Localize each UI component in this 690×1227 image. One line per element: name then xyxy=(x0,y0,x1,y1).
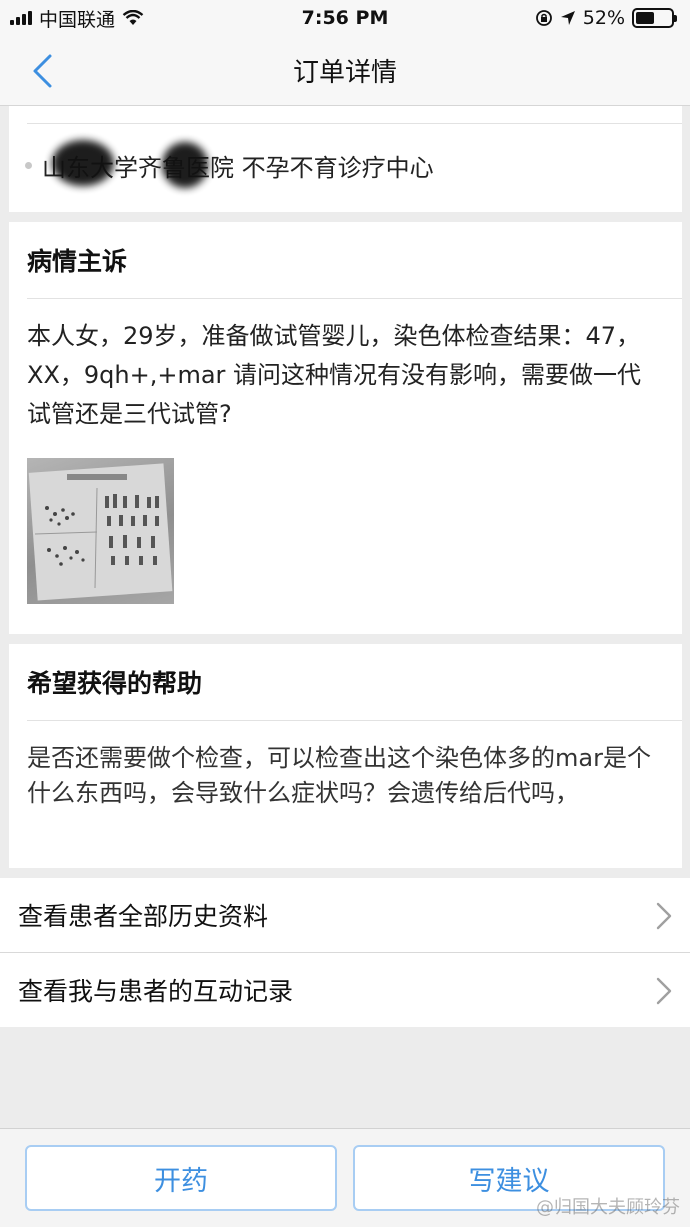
bullet-icon xyxy=(25,162,32,169)
interaction-record-link[interactable]: 查看我与患者的互动记录 xyxy=(0,953,690,1027)
help-card: 希望获得的帮助 是否还需要做个检查，可以检查出这个染色体多的mar是个什么东西吗… xyxy=(9,644,682,868)
status-left: 中国联通 xyxy=(10,5,144,32)
interaction-record-label: 查看我与患者的互动记录 xyxy=(18,977,294,1006)
karyotype-thumbnail xyxy=(28,463,173,601)
page-title: 订单详情 xyxy=(292,58,397,88)
divider xyxy=(27,298,682,299)
help-title: 希望获得的帮助 xyxy=(27,669,203,698)
chevron-right-icon xyxy=(656,977,672,1005)
complaint-text: 本人女，29岁，准备做试管婴儿，染色体检查结果：47，XX，9qh+,+mar … xyxy=(27,322,642,428)
patient-history-link[interactable]: 查看患者全部历史资料 xyxy=(0,878,690,952)
navigation-bar: 订单详情 xyxy=(0,36,690,106)
watermark: @归国大夫顾玲芬 xyxy=(536,1197,680,1218)
redaction-mark xyxy=(162,142,208,188)
wifi-icon xyxy=(122,10,144,25)
bottom-toolbar: 开药 写建议 @归国大夫顾玲芬 xyxy=(0,1128,690,1227)
prescribe-button[interactable]: 开药 xyxy=(25,1145,337,1211)
hospital-card: 山东大学齐鲁医院 不孕不育诊疗中心 xyxy=(9,106,682,212)
status-bar: 中国联通 7:56 PM 52% xyxy=(0,0,690,36)
complaint-title: 病情主诉 xyxy=(27,247,128,276)
signal-icon xyxy=(10,11,32,25)
back-icon[interactable] xyxy=(24,50,64,92)
chevron-right-icon xyxy=(656,902,672,930)
patient-history-label: 查看患者全部历史资料 xyxy=(18,902,269,931)
carrier-label: 中国联通 xyxy=(39,8,116,31)
battery-percent: 52% xyxy=(582,7,625,29)
help-text: 是否还需要做个检查，可以检查出这个染色体多的mar是个什么东西吗，会导致什么症状… xyxy=(27,744,651,807)
redaction-mark xyxy=(52,140,114,186)
battery-icon xyxy=(632,8,677,28)
divider xyxy=(27,720,682,721)
hospital-row: 山东大学齐鲁医院 不孕不育诊疗中心 xyxy=(25,140,434,188)
orientation-lock-icon xyxy=(535,10,552,26)
divider xyxy=(27,123,682,124)
location-arrow-icon xyxy=(560,11,575,25)
hospital-name: 山东大学齐鲁医院 不孕不育诊疗中心 xyxy=(42,140,434,188)
karyotype-photo[interactable] xyxy=(27,458,174,604)
status-right: 52% xyxy=(535,7,677,29)
complaint-card: 病情主诉 本人女，29岁，准备做试管婴儿，染色体检查结果：47，XX，9qh+,… xyxy=(9,222,682,634)
